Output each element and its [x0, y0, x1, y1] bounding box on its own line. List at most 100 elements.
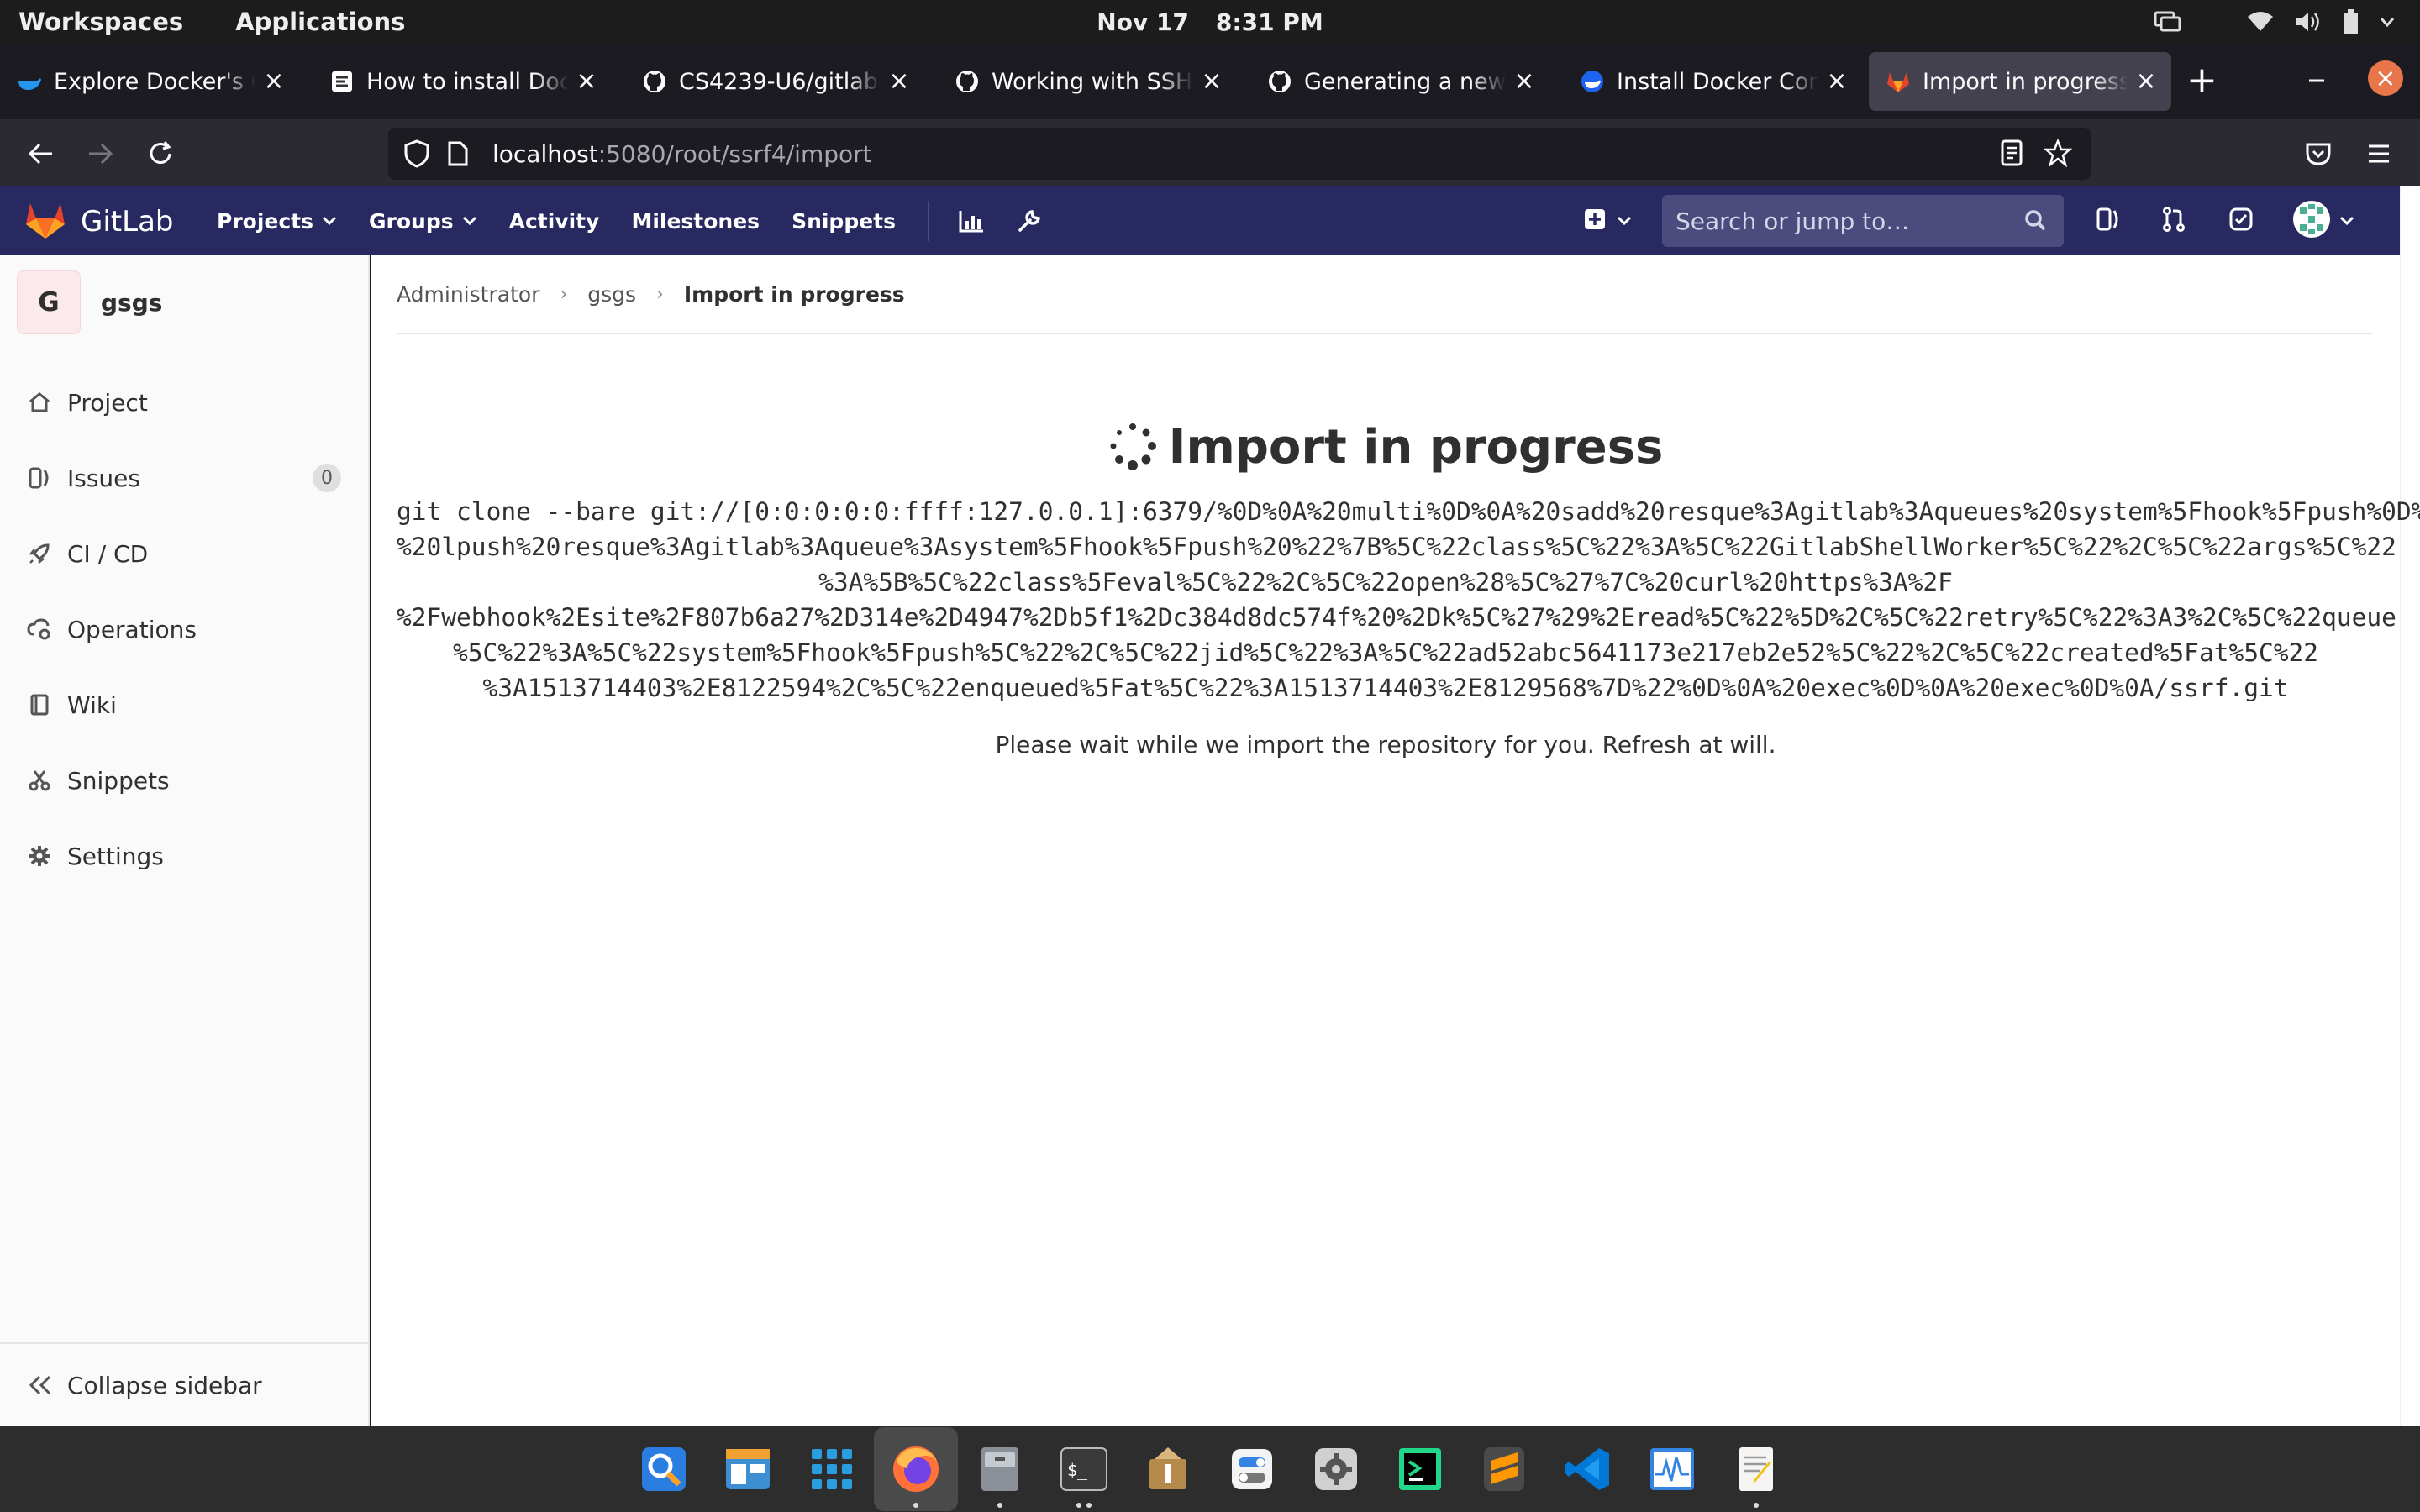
breadcrumb-separator-icon: ›: [560, 283, 568, 305]
svg-text:$_: $_: [1067, 1460, 1088, 1480]
gitlab-header: GitLab Projects Groups Activity Mileston…: [0, 186, 2400, 255]
archive-icon[interactable]: [1126, 1427, 1210, 1511]
gear-settings-icon[interactable]: [1294, 1427, 1378, 1511]
todos-shortcut[interactable]: [2228, 186, 2254, 255]
new-tab-button[interactable]: +: [2186, 62, 2217, 99]
nav-groups-dropdown[interactable]: Groups: [369, 209, 477, 234]
tab-close-icon[interactable]: ×: [1825, 69, 1849, 94]
user-menu[interactable]: [2292, 186, 2354, 255]
user-avatar: [2292, 200, 2331, 242]
sidebar-nav: Project Issues 0 CI / CD Operations Wiki…: [0, 365, 368, 894]
tab-close-icon[interactable]: ×: [2134, 69, 2158, 94]
project-name: gsgs: [101, 288, 163, 317]
vscode-icon[interactable]: [1546, 1427, 1630, 1511]
github-icon: [1267, 69, 1292, 94]
pocket-icon[interactable]: [2299, 134, 2338, 173]
browser-tab-6[interactable]: Install Docker Compose ×: [1563, 52, 1862, 111]
files-manager-icon[interactable]: [706, 1427, 790, 1511]
sidebar-item-project[interactable]: Project: [0, 365, 368, 440]
page-info-icon[interactable]: [447, 141, 469, 170]
git-clone-command: git clone --bare git://[0:0:0:0:0:ffff:1…: [397, 497, 2420, 702]
system-tray[interactable]: [2153, 0, 2395, 44]
url-bar[interactable]: localhost:5080/root/ssrf4/import: [388, 128, 2091, 180]
hamburger-menu-icon[interactable]: [2360, 134, 2398, 173]
close-window-icon[interactable]: ×: [2368, 60, 2403, 96]
github-icon: [642, 69, 667, 94]
browser-tab-5[interactable]: Generating a new SSH key ×: [1250, 52, 1549, 111]
tab-close-icon[interactable]: ×: [1200, 69, 1223, 94]
battery-icon[interactable]: [2343, 8, 2360, 35]
file-cabinet-icon[interactable]: [958, 1427, 1042, 1511]
gitlab-main-nav: Projects Groups Activity Milestones Snip…: [217, 186, 1074, 255]
sidebar-item-operations[interactable]: Operations: [0, 591, 368, 667]
wrench-icon[interactable]: [1017, 208, 1042, 234]
page-scrollbar[interactable]: [2400, 186, 2420, 1426]
rocket-icon: [27, 541, 52, 566]
chevron-down-icon: [1617, 216, 1632, 226]
text-editor-icon[interactable]: [1714, 1427, 1798, 1511]
nav-projects-dropdown[interactable]: Projects: [217, 209, 337, 234]
forward-arrow-icon[interactable]: [81, 134, 119, 173]
page-title: Import in progress: [1168, 420, 1664, 475]
collapse-sidebar-button[interactable]: Collapse sidebar: [0, 1342, 368, 1426]
chart-icon[interactable]: [958, 208, 985, 234]
sidebar-project-link[interactable]: G gsgs: [17, 270, 162, 334]
browser-tab-2[interactable]: How to install Docker on Ubuntu ×: [313, 52, 612, 111]
browser-tab-strip: Explore Docker's Container × How to inst…: [0, 44, 2420, 119]
nav-snippets-link[interactable]: Snippets: [792, 209, 896, 234]
reload-icon[interactable]: [141, 134, 180, 173]
nav-activity-link[interactable]: Activity: [509, 209, 600, 234]
tab-close-icon[interactable]: ×: [887, 69, 911, 94]
issues-shortcut[interactable]: [2096, 186, 2121, 255]
back-arrow-icon[interactable]: [22, 134, 60, 173]
sidebar-item-ci-cd[interactable]: CI / CD: [0, 516, 368, 591]
sublime-icon[interactable]: [1462, 1427, 1546, 1511]
tab-close-icon[interactable]: ×: [575, 69, 598, 94]
tab-close-icon[interactable]: ×: [1512, 69, 1536, 94]
system-monitor-icon[interactable]: [1630, 1427, 1714, 1511]
todo-check-icon: [2228, 207, 2254, 235]
app-grid-icon[interactable]: [790, 1427, 874, 1511]
sidebar-item-issues[interactable]: Issues 0: [0, 440, 368, 516]
sidebar-item-wiki[interactable]: Wiki: [0, 667, 368, 743]
import-heading: Import in progress: [371, 420, 2400, 475]
bookmark-star-icon[interactable]: [2043, 138, 2073, 171]
system-menu-chevron-icon[interactable]: [2380, 16, 2395, 28]
merge-requests-shortcut[interactable]: [2161, 186, 2186, 255]
docker-icon: [17, 69, 42, 94]
new-dropdown[interactable]: [1583, 186, 1632, 255]
shield-icon[interactable]: [403, 139, 430, 171]
url-text[interactable]: localhost:5080/root/ssrf4/import: [492, 128, 872, 180]
browser-nav-bar: localhost:5080/root/ssrf4/import: [0, 119, 2420, 186]
sidebar-item-settings[interactable]: Settings: [0, 818, 368, 894]
firefox-icon[interactable]: [874, 1427, 958, 1511]
window-controls: ×: [2307, 60, 2403, 96]
chevron-down-icon: [322, 216, 337, 226]
reader-view-icon[interactable]: [2000, 139, 2023, 170]
system-clock[interactable]: Nov 17 8:31 PM: [0, 0, 2420, 44]
display-icon[interactable]: [2153, 9, 2181, 34]
nav-milestones-link[interactable]: Milestones: [631, 209, 760, 234]
breadcrumb-current[interactable]: Import in progress: [684, 282, 905, 307]
pycharm-icon[interactable]: [1378, 1427, 1462, 1511]
browser-tab-3[interactable]: CS4239-U6/gitlab-ssrf ×: [625, 52, 924, 111]
gitlab-home-link[interactable]: GitLab: [24, 200, 173, 244]
breadcrumb-administrator[interactable]: Administrator: [397, 282, 539, 307]
search-input[interactable]: Search or jump to…: [1662, 195, 2064, 247]
breadcrumb-project[interactable]: gsgs: [587, 282, 636, 307]
wifi-icon[interactable]: [2247, 11, 2274, 33]
sidebar-item-snippets[interactable]: Snippets: [0, 743, 368, 818]
terminal-icon[interactable]: $_: [1042, 1427, 1126, 1511]
browser-tab-active[interactable]: Import in progress · Administrator ×: [1869, 52, 2171, 111]
chevron-down-icon: [462, 216, 476, 226]
tab-close-icon[interactable]: ×: [262, 69, 286, 94]
search-app-icon[interactable]: [622, 1427, 706, 1511]
minimize-icon[interactable]: [2307, 67, 2326, 89]
browser-tab-1[interactable]: Explore Docker's Container ×: [0, 52, 299, 111]
cloud-gear-icon: [27, 617, 52, 642]
settings-toggle-icon[interactable]: [1210, 1427, 1294, 1511]
browser-tab-4[interactable]: Working with SSH key passphrases ×: [938, 52, 1237, 111]
volume-icon[interactable]: [2294, 10, 2323, 34]
project-sidebar: G gsgs Project Issues 0 CI / CD Operatio…: [0, 255, 370, 1426]
issues-icon: [2096, 207, 2121, 235]
